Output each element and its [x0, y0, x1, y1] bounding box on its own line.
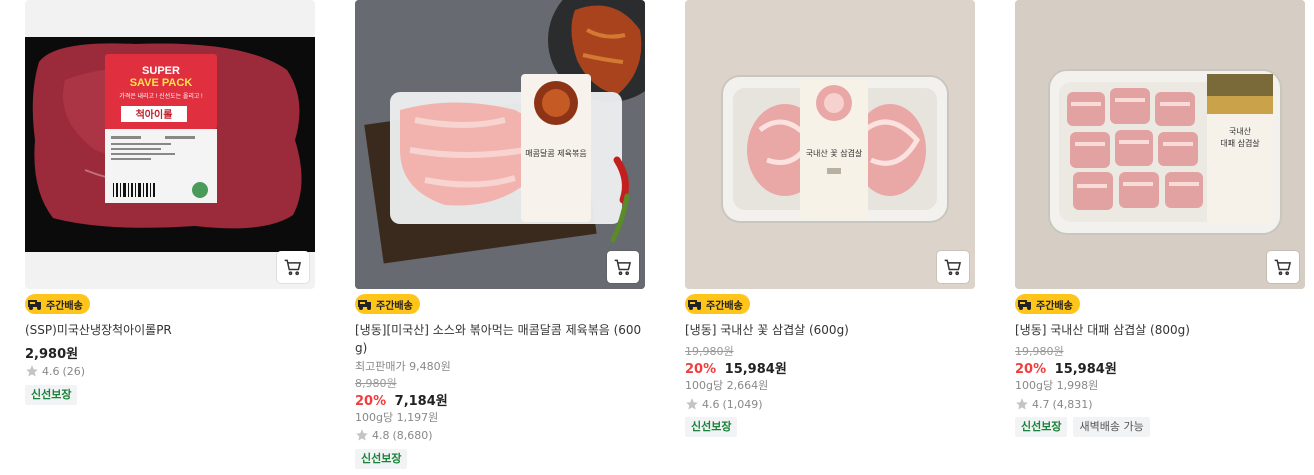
product-title[interactable]: [냉동][미국산] 소스와 볶아먹는 매콤달콤 제육볶음 (600 g)	[355, 321, 645, 357]
product-image[interactable]: 매콤달콤 제육볶음	[355, 0, 645, 289]
discount-rate: 20%	[685, 362, 717, 377]
review-count: (8,680)	[392, 428, 433, 442]
weekly-delivery-badge: 주간배송	[25, 294, 90, 314]
product-photo: 매콤달콤 제육볶음	[355, 0, 645, 289]
product-title-line: [냉동][미국산] 소스와 볶아먹는 매콤달콤 제육볶음 (600	[355, 323, 642, 337]
weekly-delivery-badge: 주간배송	[1015, 294, 1080, 314]
rating-score: 4.8	[372, 428, 390, 442]
package-label: 국내산 꽃 삼겹살	[806, 148, 863, 158]
star-icon	[26, 365, 38, 377]
truck-icon	[1017, 297, 1033, 311]
star-icon	[356, 429, 368, 441]
best-price: 최고판매가 9,480원	[355, 360, 451, 373]
cart-icon	[614, 259, 632, 276]
banner-text-2: SAVE PACK	[130, 77, 193, 89]
banner-text-3: 가격은 내리고 ! 신선도는 올리고 !	[119, 92, 203, 100]
add-to-cart-button[interactable]	[607, 251, 639, 283]
original-price: 19,980원	[685, 345, 734, 358]
product-image[interactable]: SUPER SAVE PACK 가격은 내리고 ! 신선도는 올리고 ! 척아이…	[25, 0, 315, 289]
product-card[interactable]: 매콤달콤 제육볶음 주간배송 [냉동][미국산] 소스와 볶아먹는 매콤달콤 제…	[355, 0, 645, 469]
unit-price: 100g당 1,197원	[355, 411, 439, 424]
product-title[interactable]: [냉동] 국내산 대패 삼겹살 (800g)	[1015, 321, 1305, 339]
rating: 4.6 (26)	[25, 364, 85, 378]
product-photo: SUPER SAVE PACK 가격은 내리고 ! 신선도는 올리고 ! 척아이…	[25, 37, 315, 252]
fresh-guarantee-tag: 신선보장	[685, 417, 738, 437]
badge-label: 주간배송	[1036, 300, 1073, 312]
rating-score: 4.6	[702, 397, 720, 411]
product-title-line: g)	[355, 341, 368, 355]
weekly-delivery-badge: 주간배송	[685, 294, 750, 314]
add-to-cart-button[interactable]	[1267, 251, 1299, 283]
badge-label: 주간배송	[376, 300, 413, 312]
badge-label: 주간배송	[706, 300, 743, 312]
truck-icon	[27, 297, 43, 311]
package-label: 대패 삼겹살	[1220, 138, 1260, 148]
rating-score: 4.6	[42, 364, 60, 378]
cart-icon	[284, 259, 302, 276]
tag-list: 신선보장	[25, 385, 78, 405]
product-image[interactable]: 국내산 대패 삼겹살	[1015, 0, 1305, 289]
original-price: 19,980원	[1015, 345, 1064, 358]
star-icon	[1016, 398, 1028, 410]
discount-rate: 20%	[355, 394, 387, 409]
product-price: 2,980원	[25, 343, 78, 362]
fresh-guarantee-tag: 신선보장	[25, 385, 78, 405]
rating: 4.6 (1,049)	[685, 397, 763, 411]
star-icon	[686, 398, 698, 410]
product-photo: 국내산 대패 삼겹살	[1015, 0, 1305, 289]
sale-price: 7,184원	[394, 394, 448, 409]
fresh-guarantee-tag: 신선보장	[355, 449, 408, 469]
sale-price: 15,984원	[1054, 362, 1117, 377]
add-to-cart-button[interactable]	[277, 251, 309, 283]
sale-price: 2,980원	[25, 347, 79, 362]
package-label: 매콤달콤 제육볶음	[525, 149, 586, 158]
dawn-delivery-tag: 새벽배송 가능	[1073, 417, 1150, 437]
sale-price: 15,984원	[724, 362, 787, 377]
product-price: 20% 15,984원	[685, 358, 787, 377]
rating: 4.8 (8,680)	[355, 428, 433, 442]
weekly-delivery-badge: 주간배송	[355, 294, 420, 314]
product-card[interactable]: 국내산 대패 삼겹살 주간배송 [냉동] 국내산 대패 삼겹살 (800g) 1…	[1015, 0, 1305, 437]
add-to-cart-button[interactable]	[937, 251, 969, 283]
rating-score: 4.7	[1032, 397, 1050, 411]
truck-icon	[687, 297, 703, 311]
tag-list: 신선보장	[685, 417, 738, 437]
product-price: 20% 7,184원	[355, 390, 448, 409]
original-price: 8,980원	[355, 377, 397, 390]
banner-text-1: SUPER	[142, 65, 180, 77]
product-title[interactable]: [냉동] 국내산 꽃 삼겹살 (600g)	[685, 321, 975, 339]
rating: 4.7 (4,831)	[1015, 397, 1093, 411]
discount-rate: 20%	[1015, 362, 1047, 377]
truck-icon	[357, 297, 373, 311]
package-label: 국내산	[1229, 126, 1252, 136]
product-title[interactable]: (SSP)미국산냉장척아이롤PR	[25, 321, 315, 339]
banner-name: 척아이롤	[136, 108, 173, 121]
product-card[interactable]: SUPER SAVE PACK 가격은 내리고 ! 신선도는 올리고 ! 척아이…	[25, 0, 315, 405]
product-price: 20% 15,984원	[1015, 358, 1117, 377]
fresh-guarantee-tag: 신선보장	[1015, 417, 1068, 437]
review-count: (26)	[62, 364, 86, 378]
product-image[interactable]: 국내산 꽃 삼겹살	[685, 0, 975, 289]
cart-icon	[944, 259, 962, 276]
unit-price: 100g당 2,664원	[685, 379, 769, 392]
review-count: (1,049)	[722, 397, 763, 411]
review-count: (4,831)	[1052, 397, 1093, 411]
cart-icon	[1274, 259, 1292, 276]
tag-list: 신선보장	[355, 449, 408, 469]
tag-list: 신선보장 새벽배송 가능	[1015, 417, 1150, 437]
unit-price: 100g당 1,998원	[1015, 379, 1099, 392]
product-photo: 국내산 꽃 삼겹살	[685, 0, 975, 289]
badge-label: 주간배송	[46, 300, 83, 312]
product-card[interactable]: 국내산 꽃 삼겹살 주간배송 [냉동] 국내산 꽃 삼겹살 (600g) 19,…	[685, 0, 975, 437]
